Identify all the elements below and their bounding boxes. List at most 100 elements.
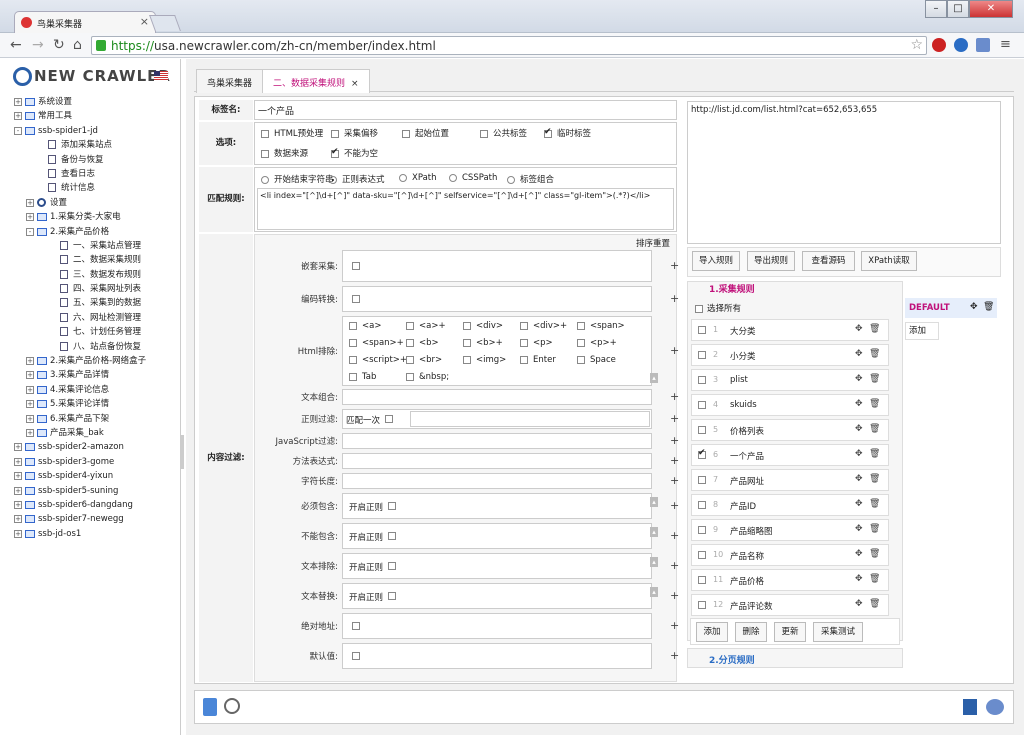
option-checkbox[interactable]: 起始位置 xyxy=(402,127,449,139)
rule-list-item[interactable]: 11 产品价格 ✥ 🗑 xyxy=(691,569,889,591)
tree-item[interactable]: +1.采集分类-大家电 xyxy=(0,210,180,224)
move-icon[interactable]: ✥ xyxy=(855,399,863,409)
collect-test-button[interactable]: 采集测试 xyxy=(813,622,863,642)
option-checkbox[interactable]: 数据来源 xyxy=(261,147,308,159)
default-move-icon[interactable]: ✥ xyxy=(970,302,978,312)
move-icon[interactable]: ✥ xyxy=(855,499,863,509)
option-checkbox[interactable]: 不能为空 xyxy=(331,147,378,159)
home-icon[interactable]: ⌂ xyxy=(73,37,82,53)
tab-data-rules[interactable]: 二、数据采集规则 × xyxy=(262,69,370,93)
add-filter-icon[interactable]: + xyxy=(670,292,679,305)
rule-list-item[interactable]: 4 skuids ✥ 🗑 xyxy=(691,394,889,416)
move-icon[interactable]: ✥ xyxy=(855,599,863,609)
tree-item[interactable]: + 常用工具 xyxy=(0,109,180,123)
delete-rule-button[interactable]: 删除 xyxy=(735,622,767,642)
html-tag-checkbox[interactable]: <p>+ xyxy=(577,338,617,348)
encode-convert-field[interactable] xyxy=(342,286,652,312)
html-tag-checkbox[interactable]: <span> xyxy=(577,321,625,331)
add-filter-icon[interactable]: + xyxy=(670,649,679,662)
expand-icon[interactable]: + xyxy=(26,414,34,423)
char-length-field[interactable] xyxy=(342,473,652,489)
tree-item[interactable]: - ssb-spider1-jd xyxy=(0,124,180,138)
html-exclude-field[interactable]: <a> <a>+ <div> <div>+ <span> <span>+ <b> <b>+ <p… xyxy=(342,316,658,386)
add-filter-icon[interactable]: + xyxy=(670,559,679,572)
tree-item[interactable]: + ssb-spider6-dangdang xyxy=(0,498,180,512)
not-contain-field[interactable]: 开启正则 ▴ xyxy=(342,523,658,549)
tree-item[interactable]: 二、数据采集规则 xyxy=(0,253,180,267)
rule-list-item[interactable]: 9 产品缩略图 ✥ 🗑 xyxy=(691,519,889,541)
tree-item[interactable]: + 产品采集_bak xyxy=(0,426,180,440)
collapse-icon[interactable]: - xyxy=(14,126,22,135)
tree-item[interactable]: 六、网址检测管理 xyxy=(0,311,180,325)
trash-icon[interactable]: 🗑 xyxy=(869,499,880,509)
expand-icon[interactable]: + xyxy=(14,529,22,538)
move-icon[interactable]: ✥ xyxy=(855,349,863,359)
trash-icon[interactable]: 🗑 xyxy=(869,349,880,359)
option-checkbox[interactable]: 公共标签 xyxy=(480,127,527,139)
add-filter-icon[interactable]: + xyxy=(670,344,679,357)
us-flag-icon[interactable] xyxy=(154,71,168,81)
option-checkbox[interactable]: 采集偏移 xyxy=(331,127,378,139)
rule-checkbox[interactable] xyxy=(698,501,706,509)
select-all[interactable]: 选择所有 xyxy=(695,302,741,314)
view-source-button[interactable]: 查看源码 xyxy=(802,251,855,271)
trash-icon[interactable]: 🗑 xyxy=(869,474,880,484)
add-filter-icon[interactable]: + xyxy=(670,412,679,425)
html-tag-checkbox[interactable]: <b> xyxy=(406,338,439,348)
html-tag-checkbox[interactable]: <div> xyxy=(463,321,503,331)
match-mode-radio[interactable]: XPath xyxy=(399,173,437,183)
rule-checkbox[interactable] xyxy=(698,376,706,384)
add-filter-icon[interactable]: + xyxy=(670,619,679,632)
add-filter-icon[interactable]: + xyxy=(670,259,679,272)
rule-checkbox[interactable] xyxy=(698,551,706,559)
text-combine-field[interactable] xyxy=(342,389,652,405)
tree-item[interactable]: 七、计划任务管理 xyxy=(0,325,180,339)
section-collect-rules[interactable]: 1.采集规则 xyxy=(709,282,755,295)
tree-item[interactable]: 添加采集站点 xyxy=(0,138,180,152)
tree-item[interactable]: 八、站点备份恢复 xyxy=(0,340,180,354)
match-mode-radio[interactable]: 标签组合 xyxy=(507,173,554,185)
tree-item[interactable]: 查看日志 xyxy=(0,167,180,181)
trash-icon[interactable]: 🗑 xyxy=(869,424,880,434)
js-filter-field[interactable] xyxy=(342,433,652,449)
expand-icon[interactable]: + xyxy=(26,357,34,366)
tree-item[interactable]: + ssb-spider5-suning xyxy=(0,484,180,498)
rule-list-item[interactable]: 2 小分类 ✥ 🗑 xyxy=(691,344,889,366)
minimize-button[interactable]: – xyxy=(925,0,947,18)
trash-icon[interactable]: 🗑 xyxy=(869,374,880,384)
tree-item[interactable]: 备份与恢复 xyxy=(0,153,180,167)
trash-icon[interactable]: 🗑 xyxy=(869,549,880,559)
must-contain-field[interactable]: 开启正则 ▴ xyxy=(342,493,658,519)
expand-icon[interactable]: + xyxy=(14,443,22,452)
rule-checkbox[interactable] xyxy=(698,601,706,609)
rule-list-item[interactable]: 7 产品网址 ✥ 🗑 xyxy=(691,469,889,491)
browser-tab[interactable]: 鸟巢采集器 × xyxy=(14,11,156,33)
rule-checkbox[interactable] xyxy=(698,476,706,484)
rule-checkbox[interactable] xyxy=(698,326,706,334)
tree-item[interactable]: + 系统设置 xyxy=(0,95,180,109)
add-filter-icon[interactable]: + xyxy=(670,474,679,487)
menu-icon[interactable]: ≡ xyxy=(1000,37,1011,52)
move-icon[interactable]: ✥ xyxy=(855,524,863,534)
reload-icon[interactable]: ↻ xyxy=(53,37,65,53)
rule-checkbox[interactable] xyxy=(698,351,706,359)
xpath-read-button[interactable]: XPath读取 xyxy=(861,251,917,271)
trash-icon[interactable]: 🗑 xyxy=(869,574,880,584)
url-textarea[interactable]: http://list.jd.com/list.html?cat=652,653… xyxy=(687,101,1001,244)
add-filter-icon[interactable]: + xyxy=(670,390,679,403)
address-bar[interactable]: https://usa.newcrawler.com/zh-cn/member/… xyxy=(91,36,927,55)
add-filter-icon[interactable]: + xyxy=(670,589,679,602)
sidebar-scrollbar[interactable] xyxy=(180,435,184,469)
trash-icon[interactable]: 🗑 xyxy=(869,524,880,534)
section-pagination-rules[interactable]: 2.分页规则 xyxy=(709,653,755,666)
collapse-icon[interactable]: - xyxy=(26,227,34,236)
zoom-icon[interactable] xyxy=(224,698,240,714)
globe-extension-icon[interactable] xyxy=(954,38,968,52)
html-tag-checkbox[interactable]: <div>+ xyxy=(520,321,567,331)
tree-item[interactable]: - 2.采集产品价格 xyxy=(0,225,180,239)
tree-item[interactable]: 四、采集网址列表 xyxy=(0,282,180,296)
new-tab-button[interactable] xyxy=(149,15,181,31)
tree-item[interactable]: + ssb-spider3-gome xyxy=(0,455,180,469)
exit-icon[interactable] xyxy=(203,698,217,716)
close-tab-icon[interactable]: × xyxy=(140,15,149,28)
